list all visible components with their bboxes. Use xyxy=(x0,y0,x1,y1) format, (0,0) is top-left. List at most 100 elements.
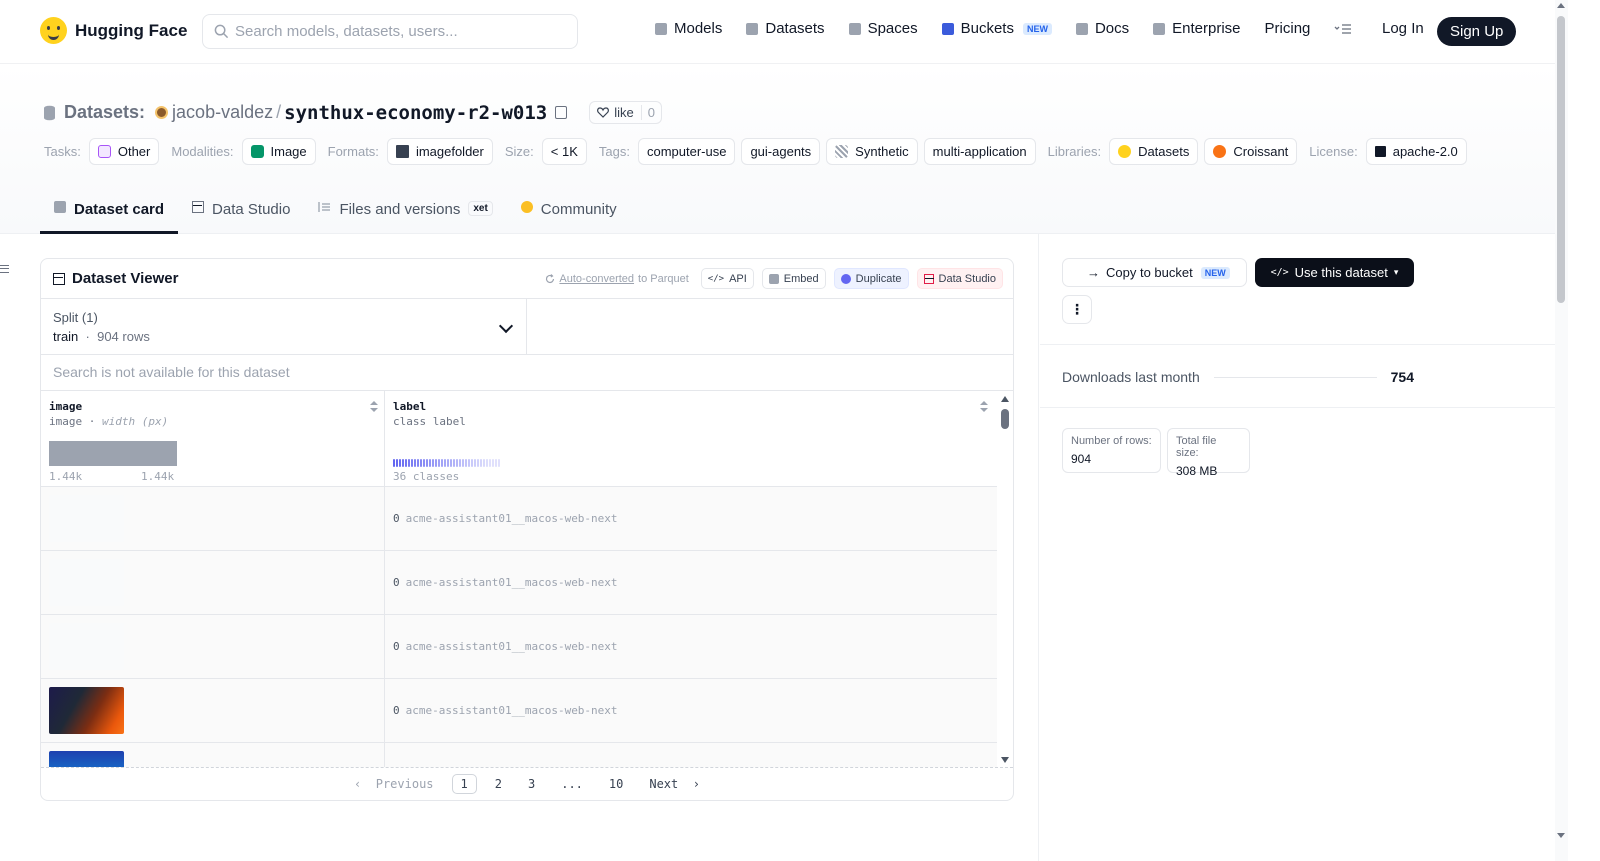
next-page-button[interactable]: Next › xyxy=(641,775,708,793)
scroll-thumb[interactable] xyxy=(1001,409,1009,429)
hugging-face-logo-icon xyxy=(40,17,67,44)
data-studio-button[interactable]: Data Studio xyxy=(916,268,1003,289)
page-3-button[interactable]: 3 xyxy=(520,775,543,793)
label-text: acme-assistant01__macos-web-next xyxy=(405,576,618,589)
width-histogram[interactable] xyxy=(49,441,177,466)
croissant-icon xyxy=(1213,145,1227,158)
tab-dataset-card[interactable]: Dataset card xyxy=(40,195,179,234)
use-this-dataset-button[interactable]: </> Use this dataset ▾ xyxy=(1255,258,1414,287)
tab-files-and-versions[interactable]: Files and versions xet xyxy=(304,195,506,234)
search-icon xyxy=(214,24,229,39)
api-button[interactable]: </> API xyxy=(700,268,754,289)
auto-converted-link[interactable]: Auto-converted xyxy=(559,273,634,285)
nav-spaces-label: Spaces xyxy=(867,20,918,37)
tab-data-studio[interactable]: Data Studio xyxy=(178,195,304,234)
top-navigation: Hugging Face Search models, datasets, us… xyxy=(0,0,1555,64)
image-cell xyxy=(41,743,385,767)
tag-modality-image[interactable]: Image xyxy=(241,138,316,165)
nav-buckets[interactable]: Buckets NEW xyxy=(941,20,1052,37)
scroll-up-icon[interactable] xyxy=(1001,396,1009,402)
page-10-button[interactable]: 10 xyxy=(601,775,631,793)
nav-pricing[interactable]: Pricing xyxy=(1265,20,1311,37)
duplicate-button[interactable]: Duplicate xyxy=(833,268,909,289)
page-2-button[interactable]: 2 xyxy=(487,775,510,793)
image-thumbnail[interactable] xyxy=(49,751,124,767)
nav-models[interactable]: Models xyxy=(655,20,722,37)
more-options-button[interactable]: ⋮ xyxy=(1062,295,1092,324)
scroll-thumb[interactable] xyxy=(1557,16,1565,303)
page-ellipsis: ... xyxy=(561,777,583,791)
sort-icon[interactable] xyxy=(980,401,988,413)
sort-icon[interactable] xyxy=(370,401,378,413)
table-icon xyxy=(192,201,205,213)
tag-synthetic[interactable]: Synthetic xyxy=(826,138,918,165)
downloads-count: 754 xyxy=(1390,369,1414,385)
more-menu-button[interactable] xyxy=(1334,23,1352,35)
class-bar-segment xyxy=(432,459,434,467)
embed-label: Embed xyxy=(783,272,819,285)
hf-logo[interactable]: Hugging Face xyxy=(40,17,187,44)
table-row[interactable]: 0 acme-assistant01__macos-web-next xyxy=(41,679,999,743)
histogram-max: 1.44k xyxy=(141,470,175,483)
tag-task-other[interactable]: Other xyxy=(88,138,160,165)
tag-format-imagefolder[interactable]: imagefolder xyxy=(386,138,493,165)
previous-page-button[interactable]: ‹ Previous xyxy=(346,775,441,793)
tag-size[interactable]: < 1K xyxy=(541,138,587,165)
metadata-tags: Tasks: Other Modalities: Image Formats: … xyxy=(44,138,1473,165)
tag-library-datasets[interactable]: Datasets xyxy=(1109,138,1199,165)
class-bar-segment xyxy=(459,459,461,467)
nav-spaces[interactable]: Spaces xyxy=(848,20,918,37)
tag-license[interactable]: apache-2.0 xyxy=(1365,138,1467,165)
column-header-image[interactable]: image image · width (px) 1.44k 1.44k xyxy=(41,391,385,487)
column-header-label[interactable]: label class label 36 classes xyxy=(385,391,999,487)
split-selector[interactable]: Split (1) train · 904 rows xyxy=(41,299,527,354)
table-row[interactable]: 0 acme-assistant01__macos-web-next xyxy=(41,487,999,551)
library-text: Croissant xyxy=(1233,144,1289,159)
scroll-down-icon[interactable] xyxy=(1557,833,1565,838)
tag-library-croissant[interactable]: Croissant xyxy=(1204,138,1298,165)
signup-button[interactable]: Sign Up xyxy=(1437,17,1517,46)
table-scrollbar[interactable] xyxy=(997,391,1013,767)
class-count: 36 classes xyxy=(393,470,460,483)
nav-docs[interactable]: Docs xyxy=(1075,20,1129,37)
label-cell: 0 acme-assistant01__macos-web-next xyxy=(393,704,618,717)
login-link[interactable]: Log In xyxy=(1382,20,1424,37)
dataset-name[interactable]: synthux-economy-r2-w013 xyxy=(284,102,547,124)
tag-computer-use[interactable]: computer-use xyxy=(637,138,736,165)
rows-stat: Number of rows: 904 xyxy=(1062,428,1161,473)
image-thumbnail[interactable] xyxy=(49,623,124,670)
copy-icon[interactable] xyxy=(555,106,568,119)
tab-community[interactable]: Community xyxy=(507,195,631,234)
tab-label: Dataset card xyxy=(74,201,165,218)
nav-datasets[interactable]: Datasets xyxy=(746,20,825,37)
tag-gui-agents[interactable]: gui-agents xyxy=(741,138,821,165)
image-thumbnail[interactable] xyxy=(49,559,124,606)
image-thumbnail[interactable] xyxy=(49,495,124,542)
page-scrollbar[interactable] xyxy=(1555,0,1568,861)
image-thumbnail[interactable] xyxy=(49,687,124,734)
owner-link[interactable]: jacob-valdez xyxy=(172,102,273,123)
search-input[interactable]: Search models, datasets, users... xyxy=(202,14,578,49)
label-index: 0 xyxy=(393,576,400,589)
sidebar-toggle-icon[interactable] xyxy=(0,265,9,273)
table-row[interactable]: 0 acme-assistant01__macos-web-next xyxy=(41,615,999,679)
task-text: Other xyxy=(117,144,151,159)
column-type: class label xyxy=(393,415,466,428)
class-distribution-bar[interactable] xyxy=(393,459,500,467)
section-label[interactable]: Datasets: xyxy=(64,102,145,123)
scroll-down-icon[interactable] xyxy=(1001,757,1009,763)
page-1-button[interactable]: 1 xyxy=(451,774,477,794)
tag-multi-application[interactable]: multi-application xyxy=(923,138,1036,165)
copy-to-bucket-button[interactable]: → Copy to bucket NEW xyxy=(1062,258,1247,287)
file-size-stat: Total file size: 308 MB xyxy=(1167,428,1250,478)
nav-datasets-label: Datasets xyxy=(765,20,825,37)
scroll-up-icon[interactable] xyxy=(1557,3,1565,8)
table-row[interactable]: 0 acme-assistant01__macos-web-next xyxy=(41,551,999,615)
image-cell xyxy=(41,679,385,742)
like-button[interactable]: like 0 xyxy=(589,101,662,124)
table-row[interactable] xyxy=(41,743,999,767)
nav-enterprise[interactable]: Enterprise xyxy=(1153,20,1241,37)
tags-label: Tags: xyxy=(598,144,630,159)
embed-button[interactable]: Embed xyxy=(761,268,826,289)
class-bar-segment xyxy=(405,459,407,467)
